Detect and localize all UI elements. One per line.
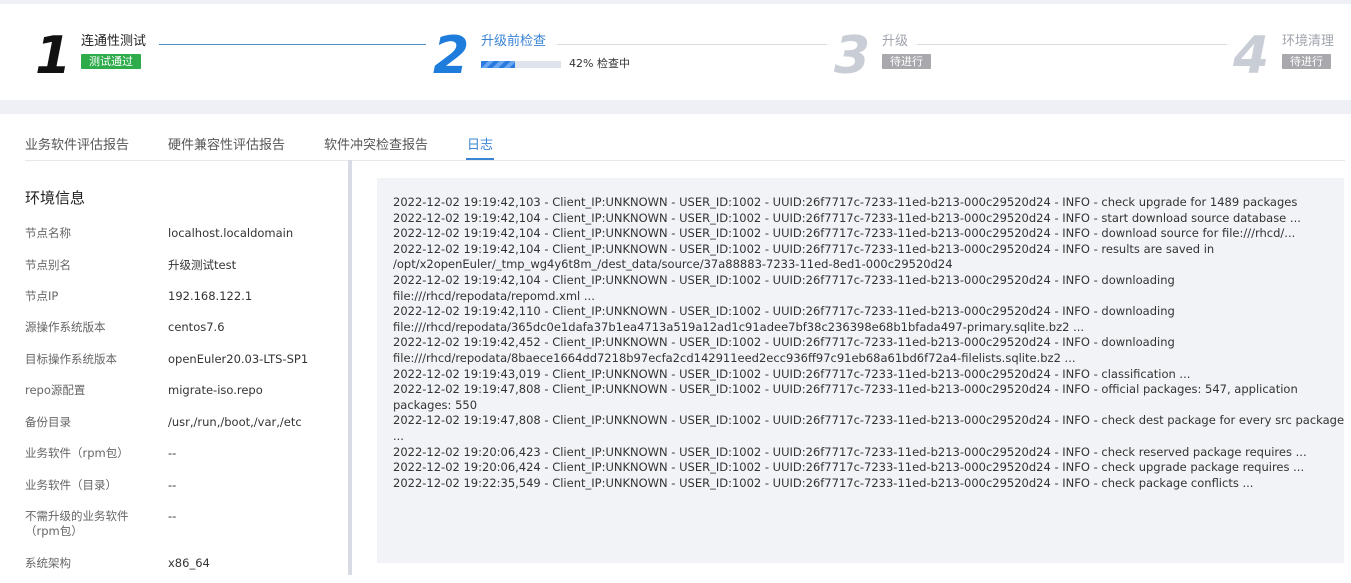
tab-business-software-report[interactable]: 业务软件评估报告 (25, 137, 129, 155)
step-4-status-badge: 待进行 (1282, 54, 1331, 69)
step-3-title: 升级 (882, 34, 909, 49)
env-value: -- (168, 509, 177, 523)
env-value: x86_64 (168, 556, 210, 570)
log-line: 2022-12-02 19:22:35,549 - Client_IP:UNKN… (393, 475, 1254, 490)
env-label: 系统架构 (25, 556, 71, 570)
log-line: file:///rhcd/repodata/repomd.xml ... (393, 288, 595, 303)
env-label-continued: （rpm包） (25, 524, 83, 538)
env-label: 节点别名 (25, 258, 71, 272)
env-info-title: 环境信息 (25, 189, 86, 207)
log-line: 2022-12-02 19:19:42,104 - Client_IP:UNKN… (393, 210, 1301, 225)
step-1-number: 1 (35, 26, 72, 86)
log-line: 2022-12-02 19:19:42,452 - Client_IP:UNKN… (393, 335, 1175, 350)
env-value: 升级测试test (168, 258, 237, 272)
env-label: 源操作系统版本 (25, 320, 106, 334)
env-row-no-upgrade-rpm: 不需升级的业务软件 （rpm包） -- (25, 509, 345, 541)
log-line: 2022-12-02 19:19:43,019 - Client_IP:UNKN… (393, 366, 1191, 381)
step-connector-3 (917, 44, 1227, 45)
step-2-progress-fill (481, 61, 515, 68)
env-value: migrate-iso.repo (168, 383, 263, 397)
env-value: centos7.6 (168, 320, 225, 334)
step-connector-1 (159, 44, 426, 45)
log-line: 2022-12-02 19:19:42,104 - Client_IP:UNKN… (393, 241, 1215, 256)
log-line: 2022-12-02 19:20:06,424 - Client_IP:UNKN… (393, 460, 1305, 475)
step-2-progress-text: 42% 检查中 (569, 57, 630, 70)
step-4-title: 环境清理 (1282, 34, 1335, 49)
env-label: 备份目录 (25, 415, 71, 429)
env-label: 不需升级的业务软件 (25, 509, 129, 523)
env-value: 192.168.122.1 (168, 289, 253, 303)
env-label: 节点IP (25, 289, 59, 303)
env-value: -- (168, 446, 177, 460)
step-1-title: 连通性测试 (81, 34, 147, 49)
log-line: /opt/x2openEuler/_tmp_wg4y6t8m_/dest_dat… (393, 257, 953, 272)
log-line: 2022-12-02 19:19:42,103 - Client_IP:UNKN… (393, 195, 1298, 209)
log-line: ... (393, 428, 404, 443)
step-2-number: 2 (433, 26, 470, 86)
log-line: file:///rhcd/repodata/8baece1664dd7218b9… (393, 350, 1076, 365)
tab-software-conflict-report[interactable]: 软件冲突检查报告 (324, 137, 428, 155)
log-viewer[interactable]: 2022-12-02 19:19:42,103 - Client_IP:UNKN… (377, 178, 1344, 563)
log-line: 2022-12-02 19:19:47,808 - Client_IP:UNKN… (393, 413, 1345, 428)
env-label: repo源配置 (25, 383, 86, 397)
env-label: 目标操作系统版本 (25, 352, 117, 366)
tab-hardware-compatibility-report[interactable]: 硬件兼容性评估报告 (168, 137, 285, 155)
panel-scrollbar[interactable] (348, 160, 352, 575)
env-value: -- (168, 478, 177, 492)
env-label: 业务软件（目录） (25, 478, 117, 492)
env-value: localhost.localdomain (168, 226, 294, 240)
step-1-status-badge: 测试通过 (81, 54, 141, 69)
log-line: 2022-12-02 19:19:42,104 - Client_IP:UNKN… (393, 226, 1296, 241)
log-line: file:///rhcd/repodata/365dc0e1dafa37b1ea… (393, 319, 1085, 334)
env-value: /usr,/run,/boot,/var,/etc (168, 415, 302, 429)
log-line: 2022-12-02 19:19:47,808 - Client_IP:UNKN… (393, 382, 1298, 397)
log-line: packages: 550 (393, 397, 478, 412)
step-2-progress-bar (481, 61, 561, 68)
step-3-number: 3 (834, 26, 871, 86)
step-4-number: 4 (1233, 26, 1270, 86)
log-line: 2022-12-02 19:19:42,110 - Client_IP:UNKN… (393, 304, 1175, 319)
report-panel: 业务软件评估报告 硬件兼容性评估报告 软件冲突检查报告 日志 环境信息 节点名称… (0, 114, 1351, 583)
log-line: 2022-12-02 19:20:06,423 - Client_IP:UNKN… (393, 444, 1307, 459)
upgrade-stepper: 1 连通性测试 测试通过 2 升级前检查 42% 检查中 3 升级 待进行 4 … (0, 4, 1351, 100)
step-connector-2 (557, 44, 827, 45)
tab-log[interactable]: 日志 (467, 137, 493, 155)
step-3-status-badge: 待进行 (882, 54, 931, 69)
tabs-divider (25, 160, 1345, 161)
env-label: 业务软件（rpm包） (25, 446, 129, 460)
step-2-title: 升级前检查 (481, 34, 547, 49)
log-line: 2022-12-02 19:19:42,104 - Client_IP:UNKN… (393, 272, 1175, 287)
env-value: openEuler20.03-LTS-SP1 (168, 352, 309, 366)
env-label: 节点名称 (25, 226, 71, 240)
